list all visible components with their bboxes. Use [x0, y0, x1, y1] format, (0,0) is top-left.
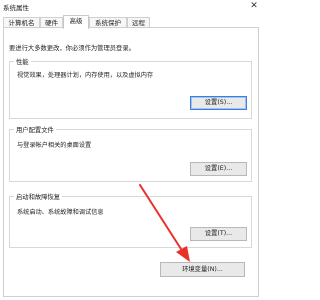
close-icon[interactable]: ✕	[249, 0, 259, 12]
title-bar: 系统属性 ✕	[0, 0, 263, 14]
user-profiles-group: 用户配置文件 与登录帐户相关的桌面设置 设置(E)...	[9, 125, 252, 182]
environment-variables-button[interactable]: 环境变量(N)...	[160, 262, 245, 277]
tab-advanced[interactable]: 高级	[63, 15, 89, 29]
startup-recovery-group-title: 启动和故障恢复	[14, 192, 63, 201]
performance-group: 性能 视觉效果，处理器计划，内存使用，以及虚拟内存 设置(S)...	[9, 57, 252, 119]
user-profiles-group-title: 用户配置文件	[14, 125, 56, 134]
startup-recovery-settings-button[interactable]: 设置(T)...	[190, 227, 247, 241]
startup-recovery-group: 启动和故障恢复 系统启动、系统故障和调试信息 设置(T)...	[9, 192, 252, 248]
admin-note: 要进行大多数更改，你必须作为管理员登录。	[9, 45, 135, 52]
performance-settings-button[interactable]: 设置(S)...	[190, 96, 247, 110]
tab-bar: 计算机名 硬件 高级 系统保护 远程	[3, 14, 260, 29]
user-profiles-settings-button[interactable]: 设置(E)...	[190, 162, 247, 176]
window-title: 系统属性	[3, 4, 29, 12]
startup-recovery-description: 系统启动、系统故障和调试信息	[17, 209, 104, 216]
user-profiles-description: 与登录帐户相关的桌面设置	[17, 142, 92, 149]
performance-description: 视觉效果，处理器计划，内存使用，以及虚拟内存	[17, 72, 154, 79]
performance-group-title: 性能	[14, 57, 31, 66]
